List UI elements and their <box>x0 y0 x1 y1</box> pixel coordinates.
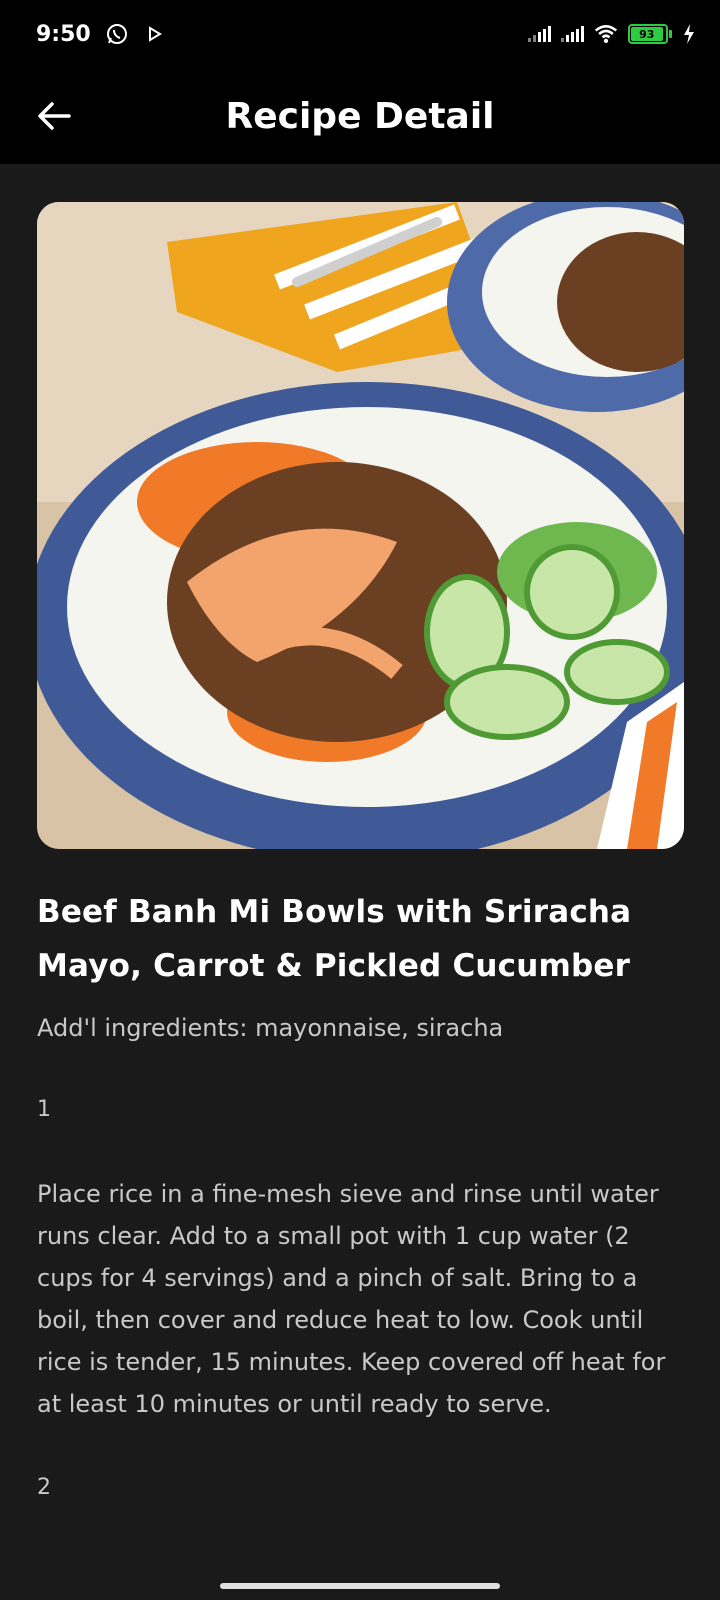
arrow-left-icon <box>38 102 71 130</box>
home-handle[interactable] <box>220 1583 500 1589</box>
play-icon <box>143 22 167 46</box>
charging-icon <box>682 22 696 46</box>
battery-level: 93 <box>631 27 663 41</box>
recipe-title: Beef Banh Mi Bowls with Sriracha Mayo, C… <box>37 894 632 984</box>
battery-icon: 93 <box>628 24 672 44</box>
recipe-image <box>37 202 684 849</box>
additional-ingredients: Add'l ingredients: mayonnaise, siracha <box>37 1014 504 1042</box>
status-bar-left: 9:50 <box>36 22 167 47</box>
page-title: Recipe Detail <box>225 95 495 137</box>
step-text: Place rice in a fine-mesh sieve and rins… <box>37 1180 666 1418</box>
status-bar-right: 93 <box>528 22 696 46</box>
step-number: 2 <box>37 1475 51 1500</box>
status-bar: 9:50 93 <box>0 0 720 68</box>
status-time: 9:50 <box>36 21 91 47</box>
back-button[interactable] <box>30 92 78 140</box>
whatsapp-icon <box>105 22 129 46</box>
signal-icon <box>528 26 551 42</box>
signal-icon <box>561 26 584 42</box>
app-bar: Recipe Detail <box>0 68 720 164</box>
step-number: 1 <box>37 1097 51 1122</box>
recipe-detail-content[interactable]: Beef Banh Mi Bowls with Sriracha Mayo, C… <box>0 164 720 1572</box>
gesture-nav-bar <box>0 1572 720 1600</box>
wifi-icon <box>594 22 618 46</box>
